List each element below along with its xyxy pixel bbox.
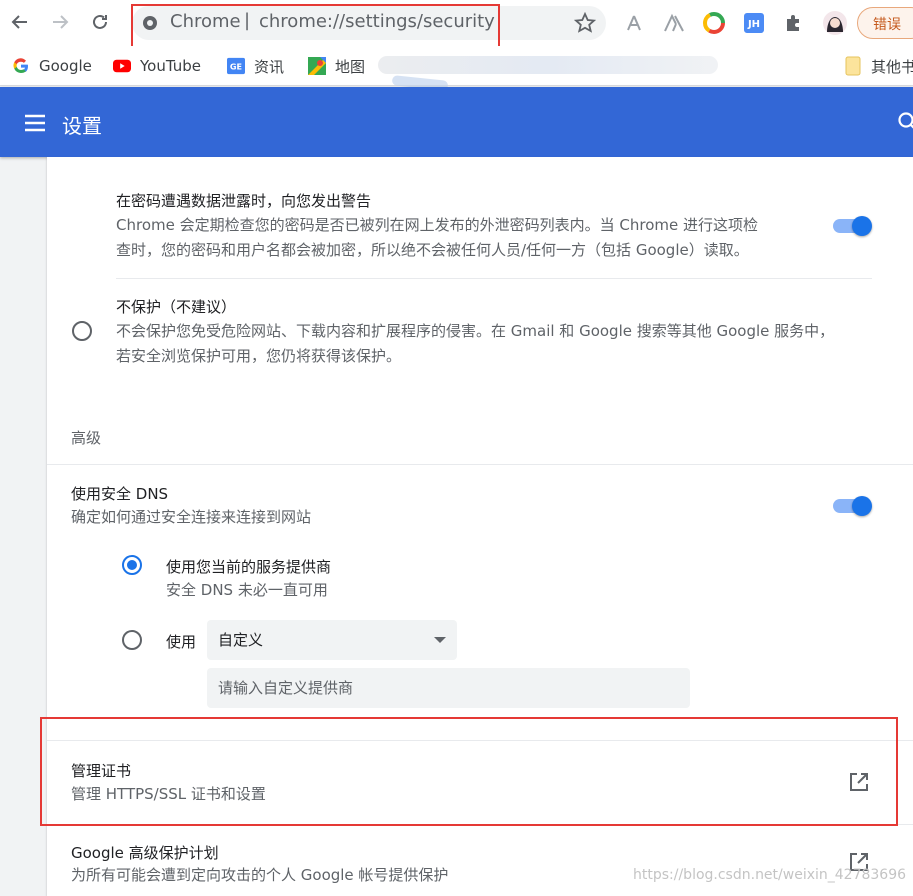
svg-text:GE: GE: [230, 62, 242, 72]
profile-error-label: 错误: [873, 17, 901, 33]
avatar[interactable]: [822, 10, 848, 36]
password-warning-description-line2: 查时，您的密码和用户名都会被加密，所以绝不会被任何人员/任何一方（包括 Goog…: [116, 241, 749, 259]
no-protection-radio[interactable]: [72, 321, 92, 341]
advanced-protection-description: 为所有可能会遭到定向攻击的个人 Google 帐号提供保护: [71, 866, 449, 884]
google-icon: [12, 57, 30, 75]
advanced-protection-row[interactable]: Google 高级保护计划 为所有可能会遭到定向攻击的个人 Google 帐号提…: [47, 825, 913, 896]
secure-dns-title: 使用安全 DNS: [71, 485, 169, 503]
back-arrow-icon: [11, 15, 27, 29]
jh-extension-icon[interactable]: JH: [743, 12, 765, 34]
dns-provider-select-value: 自定义: [218, 631, 264, 649]
forward-button[interactable]: [46, 8, 74, 36]
advanced-section-heading: 高级: [71, 429, 102, 447]
password-warning-title: 在密码遭遇数据泄露时，向您发出警告: [116, 192, 372, 210]
bookmark-google[interactable]: Google: [12, 55, 92, 77]
extension-2-icon[interactable]: [663, 12, 685, 34]
secure-dns-toggle[interactable]: [833, 494, 872, 516]
settings-header: 设置: [0, 87, 913, 157]
extension-1-icon[interactable]: [623, 12, 645, 34]
secure-dns-description: 确定如何通过安全连接来连接到网站: [71, 508, 312, 526]
bookmark-label: 其他书签: [871, 57, 913, 76]
browser-toolbar: Chrome | chrome://settings/security JH 错…: [0, 0, 913, 48]
no-protection-title: 不保护（不建议）: [116, 298, 237, 316]
forward-arrow-icon: [53, 15, 69, 29]
dns-current-provider-radio[interactable]: [122, 555, 142, 575]
blurred-bookmarks: [378, 56, 718, 74]
svg-text:JH: JH: [747, 19, 760, 30]
toggle-knob: [852, 216, 872, 236]
bookmark-other-folder[interactable]: 其他书签: [844, 55, 913, 77]
no-protection-description-line2: 若安全浏览保护可用，您仍将获得该保护。: [116, 347, 402, 365]
news-icon: GE: [227, 57, 245, 75]
dns-current-provider-title: 使用您当前的服务提供商: [166, 558, 332, 576]
folder-icon: [844, 56, 862, 76]
password-warning-toggle[interactable]: [833, 214, 872, 236]
hamburger-menu-icon[interactable]: [24, 114, 46, 136]
advanced-protection-title: Google 高级保护计划: [71, 844, 219, 862]
back-button[interactable]: [6, 8, 34, 36]
extensions-puzzle-icon[interactable]: [783, 12, 805, 34]
bookmark-youtube[interactable]: YouTube: [113, 55, 201, 77]
dns-custom-radio[interactable]: [122, 630, 142, 650]
password-warning-description-line1: Chrome 会定期检查您的密码是否已被列在网上发布的外泄密码列表内。当 Chr…: [116, 216, 758, 234]
dns-current-provider-description: 安全 DNS 未必一直可用: [166, 581, 328, 599]
reload-button[interactable]: [86, 8, 114, 36]
dns-provider-select[interactable]: 自定义: [207, 620, 457, 660]
watermark: https://blog.csdn.net/weixin_42783696: [633, 867, 907, 883]
no-protection-description-line1: 不会保护您免受危险网站、下载内容和扩展程序的侵害。在 Gmail 和 Googl…: [116, 322, 835, 340]
bookmark-label: YouTube: [140, 57, 201, 75]
custom-dns-provider-input[interactable]: [207, 668, 690, 708]
divider: [116, 278, 872, 279]
profile-error-button[interactable]: 错误: [857, 7, 913, 39]
bookmark-maps[interactable]: 地图: [308, 55, 365, 77]
chevron-down-icon: [434, 637, 446, 643]
bookmark-label: Google: [39, 57, 92, 75]
bookmark-star-icon[interactable]: [573, 11, 597, 38]
youtube-icon: [113, 57, 131, 75]
address-bar-annotation-box: [131, 4, 500, 48]
reload-icon: [93, 14, 107, 29]
maps-icon: [308, 57, 326, 75]
page-title: 设置: [62, 114, 102, 138]
toggle-knob: [852, 496, 872, 516]
dns-custom-label: 使用: [166, 633, 197, 651]
bookmark-news[interactable]: GE 资讯: [227, 55, 284, 77]
bookmark-label: 资讯: [254, 57, 285, 76]
divider: [47, 464, 913, 465]
bookmark-label: 地图: [335, 57, 366, 76]
manage-certificates-annotation-box: [40, 717, 898, 826]
search-icon[interactable]: [897, 111, 913, 137]
chrome-color-extension-icon[interactable]: [703, 12, 725, 34]
